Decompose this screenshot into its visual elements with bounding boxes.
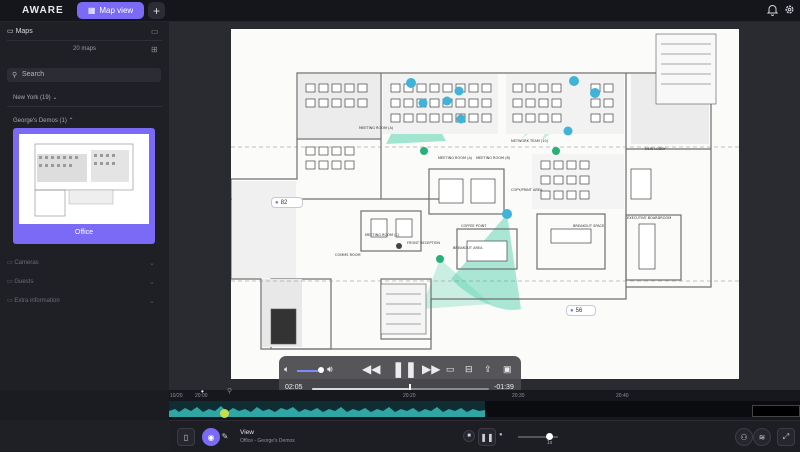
pause-icon[interactable]: ❚❚ bbox=[478, 428, 496, 446]
zone-badge[interactable]: ● 82 bbox=[271, 197, 303, 208]
chevron-up-icon: ⌃ bbox=[68, 118, 74, 124]
app-logo: AWARE bbox=[22, 5, 64, 16]
search-input[interactable]: ⚲ Search bbox=[7, 68, 161, 82]
group-toggle[interactable]: George's Demos (1) ⌃ bbox=[13, 117, 74, 124]
maps-header: ▭ Maps bbox=[7, 28, 33, 35]
stop-icon[interactable]: ■ bbox=[463, 430, 475, 442]
room-label: BREAKOUT SPACE bbox=[573, 224, 604, 228]
section-cameras[interactable]: ▭ Cameras bbox=[7, 259, 39, 266]
collapse-icon[interactable]: ▭ bbox=[151, 27, 159, 36]
speed-thumb[interactable] bbox=[546, 433, 553, 440]
chevron-down-icon[interactable]: ⌄ bbox=[149, 278, 155, 286]
chevron-down-icon: ⌄ bbox=[52, 95, 58, 101]
fullscreen-icon[interactable]: ⤢ bbox=[777, 428, 795, 446]
top-bar: AWARE ▦ Map view + bbox=[0, 0, 800, 22]
chevron-down-icon[interactable]: ⌄ bbox=[149, 259, 155, 267]
chevron-down-icon[interactable]: ⌄ bbox=[149, 297, 155, 305]
room-label: EXECUTIVE BOARDROOM bbox=[627, 216, 671, 220]
map-icon: ▦ bbox=[87, 6, 96, 15]
pip-icon[interactable]: ▣ bbox=[503, 364, 512, 375]
room-label: MEETING ROOM (B) bbox=[476, 156, 511, 160]
maps-count: 20 maps bbox=[72, 46, 96, 52]
bottom-bar: ▯ ◉ ✎ View Office - George's Demos ■ ❚❚ … bbox=[169, 420, 800, 452]
location-dropdown[interactable]: New York (19) ⌄ bbox=[13, 94, 57, 101]
section-extra-information[interactable]: ▭ Extra information bbox=[7, 297, 60, 304]
volume-thumb[interactable] bbox=[318, 367, 324, 373]
people-icon[interactable]: ⚇ bbox=[735, 428, 753, 446]
pause-icon[interactable]: ❚❚ bbox=[392, 360, 417, 378]
airplay-icon[interactable]: ▭ bbox=[446, 364, 455, 375]
pencil-icon[interactable]: ✎ bbox=[217, 428, 233, 444]
timeline-tick: 20:40 bbox=[616, 393, 629, 399]
person-icon: ● bbox=[275, 199, 279, 206]
captions-icon[interactable]: ⊟ bbox=[465, 364, 473, 375]
map-thumbnail bbox=[19, 134, 149, 224]
search-icon: ⚲ bbox=[12, 72, 18, 79]
playhead-marker: • bbox=[201, 387, 204, 396]
room-label: MEETING ROOM (C) bbox=[365, 233, 400, 237]
volume-low-icon[interactable]: 🔈︎ bbox=[284, 364, 289, 375]
room-label: FRONT RECEPTION bbox=[407, 241, 440, 245]
rewind-icon[interactable]: ◀◀ bbox=[362, 362, 380, 376]
sidebar-toggle-icon[interactable]: ▯ bbox=[177, 428, 195, 446]
activity-waveform bbox=[169, 401, 485, 417]
badge-count: 82 bbox=[280, 199, 288, 206]
volume-high-icon[interactable]: 🔊︎ bbox=[327, 364, 333, 375]
timeline-tick: 20:30 bbox=[512, 393, 525, 399]
room-label: BREAKOUT AREA bbox=[453, 246, 483, 250]
book-icon: ▭ bbox=[7, 28, 14, 35]
view-subtitle: Office - George's Demos bbox=[240, 438, 295, 444]
timeline-tick: 10/20 bbox=[170, 393, 183, 399]
sidebar-footer bbox=[0, 420, 169, 451]
room-label: NEW LOBBY bbox=[645, 147, 667, 151]
grid-view-icon[interactable]: ⊞ bbox=[151, 45, 158, 54]
person-icon: ● bbox=[570, 307, 574, 314]
share-icon[interactable]: ⇪ bbox=[484, 364, 492, 375]
map-view-button[interactable]: ▦ Map view bbox=[77, 2, 144, 19]
gear-icon[interactable] bbox=[784, 4, 797, 17]
room-label: NETWORK TEAM (10) bbox=[511, 139, 549, 143]
timeline-tick: 20:20 bbox=[403, 393, 416, 399]
fast-forward-icon[interactable]: ▶▶ bbox=[422, 362, 440, 376]
timeline[interactable]: 10/20 20:00 20:20 20:30 20:40 • ⚲ bbox=[169, 387, 800, 420]
speed-slider[interactable] bbox=[518, 433, 558, 440]
map-view-label: Map view bbox=[99, 6, 134, 15]
room-label: MEETING ROOM (A) bbox=[438, 156, 473, 160]
zone-badge[interactable]: ● 56 bbox=[566, 305, 596, 316]
bell-icon[interactable] bbox=[766, 4, 780, 17]
maps-sidebar: ▭ Maps ▭ 20 maps ⊞ ⚲ Search New York (19… bbox=[0, 22, 169, 390]
room-label: COFFEE POINT bbox=[461, 224, 487, 228]
room-label: COPY/PRINT AREA bbox=[511, 188, 543, 192]
live-icon[interactable]: ● bbox=[499, 432, 503, 438]
add-view-button[interactable]: + bbox=[148, 2, 165, 19]
search-placeholder: Search bbox=[22, 71, 45, 78]
speed-label: 1x bbox=[547, 440, 553, 446]
view-title: View bbox=[240, 429, 254, 436]
search-icon[interactable]: ⚲ bbox=[227, 387, 232, 395]
divider bbox=[7, 40, 162, 41]
section-guests[interactable]: ▭ Guests bbox=[7, 278, 33, 285]
badge-count: 56 bbox=[575, 307, 583, 314]
divider bbox=[7, 106, 162, 107]
room-label: COMMS ROOM bbox=[335, 253, 361, 257]
layers-icon[interactable]: ≋ bbox=[753, 428, 771, 446]
room-label: MEETING ROOM (A) bbox=[359, 126, 394, 130]
floor-plan[interactable]: MEETING ROOM (A) MEETING ROOM (A) MEETIN… bbox=[231, 29, 739, 379]
timeline-minimap[interactable] bbox=[752, 405, 800, 417]
map-card-office[interactable]: Office bbox=[13, 128, 155, 244]
timeline-cursor[interactable] bbox=[220, 409, 229, 418]
map-card-label: Office bbox=[74, 229, 94, 236]
